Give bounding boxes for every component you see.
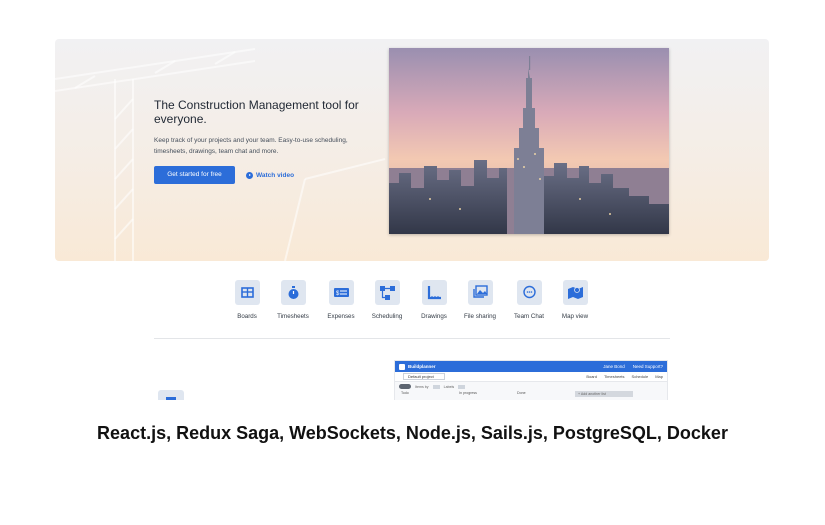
column-header: In progress <box>459 391 477 395</box>
feature-drawings[interactable]: Drawings <box>409 280 459 320</box>
app-preview-screenshot: Buildplanner Jane Bond Need Support? Def… <box>394 360 668 400</box>
tab-schedule: Schedule <box>631 374 649 379</box>
feature-label: Expenses <box>327 313 355 320</box>
hero-section: The Construction Management tool for eve… <box>55 39 769 261</box>
hero-title: The Construction Management tool for eve… <box>154 98 359 126</box>
feature-timesheets[interactable]: Timesheets <box>268 280 318 320</box>
feature-label: File sharing <box>464 313 496 320</box>
add-list-button: + Add another list <box>575 391 633 397</box>
feature-map-view[interactable]: Map view <box>550 280 600 320</box>
tech-stack-caption: React.js, Redux Saga, WebSockets, Node.j… <box>97 423 728 443</box>
board-columns: Todo In progress Done + Add another list <box>395 391 667 397</box>
filter-chip <box>432 384 440 389</box>
tab-timesheets: Timesheets <box>604 374 625 379</box>
section-divider <box>154 338 670 339</box>
watch-video-label: Watch video <box>256 172 295 179</box>
feature-team-chat[interactable]: Team Chat <box>504 280 554 320</box>
ruler-icon <box>427 286 441 300</box>
image-gallery-icon <box>472 285 488 298</box>
play-icon <box>246 172 253 179</box>
city-skyline-photo <box>389 48 669 234</box>
stopwatch-icon <box>288 286 298 299</box>
feature-label: Drawings <box>421 313 447 320</box>
logo-icon <box>399 363 405 370</box>
feature-label: Boards <box>237 313 257 320</box>
feature-label: Map view <box>561 313 589 320</box>
column-header: Todo <box>401 391 409 395</box>
feature-boards[interactable]: Boards <box>222 280 272 320</box>
feature-file-sharing[interactable]: File sharing <box>455 280 505 320</box>
watch-video-link[interactable]: Watch video <box>246 170 294 181</box>
toggle-switch <box>399 384 411 389</box>
expenses-icon: $ <box>333 288 349 297</box>
project-select: Default project <box>403 373 445 380</box>
tab-board: Board <box>586 374 597 379</box>
feature-scheduling[interactable]: Scheduling <box>362 280 412 320</box>
feature-label: Timesheets <box>277 313 309 320</box>
user-name: Jane Bond <box>603 364 625 369</box>
feature-icons-row: Boards Timesheets $ Expenses Scheduling … <box>225 280 605 325</box>
feature-label: Scheduling <box>371 313 403 320</box>
support-link: Need Support? <box>632 364 663 369</box>
filter-label: Labels <box>443 384 455 389</box>
tab-map: Map <box>655 374 663 379</box>
boards-icon <box>240 287 254 298</box>
feature-expenses[interactable]: $ Expenses <box>316 280 366 320</box>
map-icon <box>567 287 583 299</box>
app-brand: Buildplanner <box>408 364 436 369</box>
filter-label: Items by <box>415 384 429 389</box>
chat-icon <box>522 285 536 299</box>
feature-label: Team Chat <box>514 313 544 320</box>
filter-chip <box>458 384 466 389</box>
app-header: Buildplanner Jane Bond Need Support? <box>395 361 667 372</box>
website-screenshot: The Construction Management tool for eve… <box>0 0 825 400</box>
scheduling-icon <box>379 286 395 300</box>
column-header: Done <box>517 391 526 395</box>
app-toolbar: Default project Board Timesheets Schedul… <box>395 372 667 382</box>
boards-icon <box>158 390 184 400</box>
filter-row: Items by Labels <box>395 382 667 391</box>
get-started-button[interactable]: Get started for free <box>154 166 235 184</box>
hero-subtitle: Keep track of your projects and your tea… <box>154 137 348 155</box>
skyline-illustration <box>389 48 669 234</box>
